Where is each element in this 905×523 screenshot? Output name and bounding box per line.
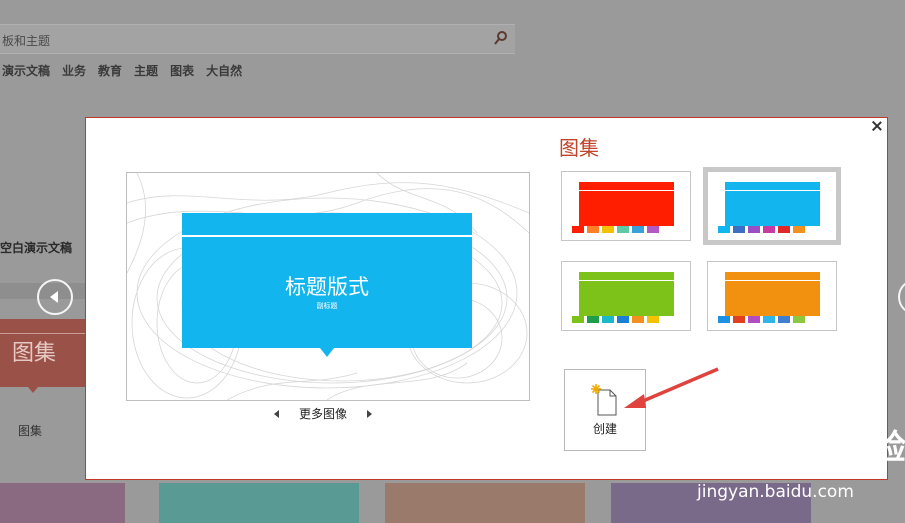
- background-gallery-label: 图集: [18, 424, 43, 438]
- background-category: 图表: [170, 64, 195, 78]
- background-template-tile: [0, 483, 125, 523]
- background-category: 主题: [134, 64, 159, 78]
- background-search-bar: 板和主题: [0, 24, 515, 54]
- variant-color-swatch: [602, 226, 614, 233]
- variant-title-block: [725, 272, 820, 316]
- variant-color-swatch: [572, 316, 584, 323]
- preview-callout-pointer: [320, 348, 334, 357]
- previous-template-button[interactable]: [37, 279, 73, 315]
- variant-color-swatch: [617, 316, 629, 323]
- previous-image-icon[interactable]: [274, 409, 279, 418]
- variant-color-swatch: [632, 226, 644, 233]
- variant-title-line: [725, 280, 820, 281]
- variant-color-swatch: [632, 316, 644, 323]
- theme-variant-blue[interactable]: [703, 167, 841, 245]
- variant-title-line: [579, 280, 674, 281]
- variant-color-swatch: [647, 226, 659, 233]
- variant-color-swatch: [572, 226, 584, 233]
- variant-color-swatch: [763, 226, 775, 233]
- watermark-url: jingyan.baidu.com: [697, 482, 854, 502]
- background-category: 大自然: [206, 64, 243, 78]
- variant-title-block: [725, 182, 820, 226]
- background-template-tile: [385, 483, 585, 523]
- variant-color-swatch: [748, 226, 760, 233]
- annotation-arrow-icon: [624, 367, 719, 408]
- variant-color-swatch: [793, 316, 805, 323]
- variant-color-swatch: [763, 316, 775, 323]
- background-category-list: 演示文稿 业务 教育 主题 图表 大自然: [2, 62, 242, 79]
- variant-color-swatch: [602, 316, 614, 323]
- background-blank-presentation-label: 空白演示文稿: [0, 241, 73, 255]
- more-images-navigator: 更多图像: [274, 405, 373, 422]
- variant-color-swatch: [778, 316, 790, 323]
- background-gallery-thumbnail-line: [0, 333, 86, 334]
- variant-title-line: [579, 190, 674, 191]
- next-template-button[interactable]: [898, 279, 905, 315]
- background-gallery-thumbnail-text: 图集: [12, 341, 57, 366]
- background-category: 业务: [62, 64, 87, 78]
- preview-title-line: [182, 235, 472, 237]
- variant-color-swatch: [587, 316, 599, 323]
- variant-color-swatch: [733, 226, 745, 233]
- variant-color-swatch: [733, 316, 745, 323]
- variant-color-swatch: [647, 316, 659, 323]
- variant-color-swatch: [748, 316, 760, 323]
- variant-color-swatch: [718, 316, 730, 323]
- background-category: 演示文稿: [2, 64, 51, 78]
- preview-title-box: 标题版式 副标题: [182, 213, 472, 348]
- preview-subtitle: 副标题: [316, 302, 338, 310]
- variant-color-swatch: [617, 226, 629, 233]
- background-template-tile: [159, 483, 359, 523]
- new-document-icon: [591, 384, 617, 416]
- create-button-label: 创建: [592, 422, 617, 436]
- close-icon[interactable]: [871, 120, 883, 132]
- variant-color-swatch: [718, 226, 730, 233]
- background-gallery-thumbnail: 图集: [0, 319, 86, 393]
- theme-variant-orange[interactable]: [707, 261, 837, 331]
- variant-color-swatch: [587, 226, 599, 233]
- preview-title: 标题版式: [285, 275, 369, 299]
- background-category: 教育: [98, 64, 123, 78]
- variant-title-block: [579, 182, 674, 226]
- background-search-text: 板和主题: [2, 34, 51, 48]
- next-image-icon[interactable]: [367, 409, 373, 418]
- gallery-title: 图集: [559, 136, 599, 160]
- background-gallery-thumbnail-pointer: [28, 387, 38, 393]
- search-icon: [494, 31, 507, 45]
- theme-variant-green[interactable]: [561, 261, 691, 331]
- more-images-label: 更多图像: [299, 407, 348, 421]
- variant-color-swatch: [793, 226, 805, 233]
- watermark-logo-text: Bai du 经验: [697, 428, 905, 468]
- theme-variant-red[interactable]: [561, 171, 691, 241]
- variant-title-block: [579, 272, 674, 316]
- variant-color-swatch: [778, 226, 790, 233]
- theme-preview: 标题版式 副标题: [126, 172, 530, 401]
- variant-title-line: [725, 190, 820, 191]
